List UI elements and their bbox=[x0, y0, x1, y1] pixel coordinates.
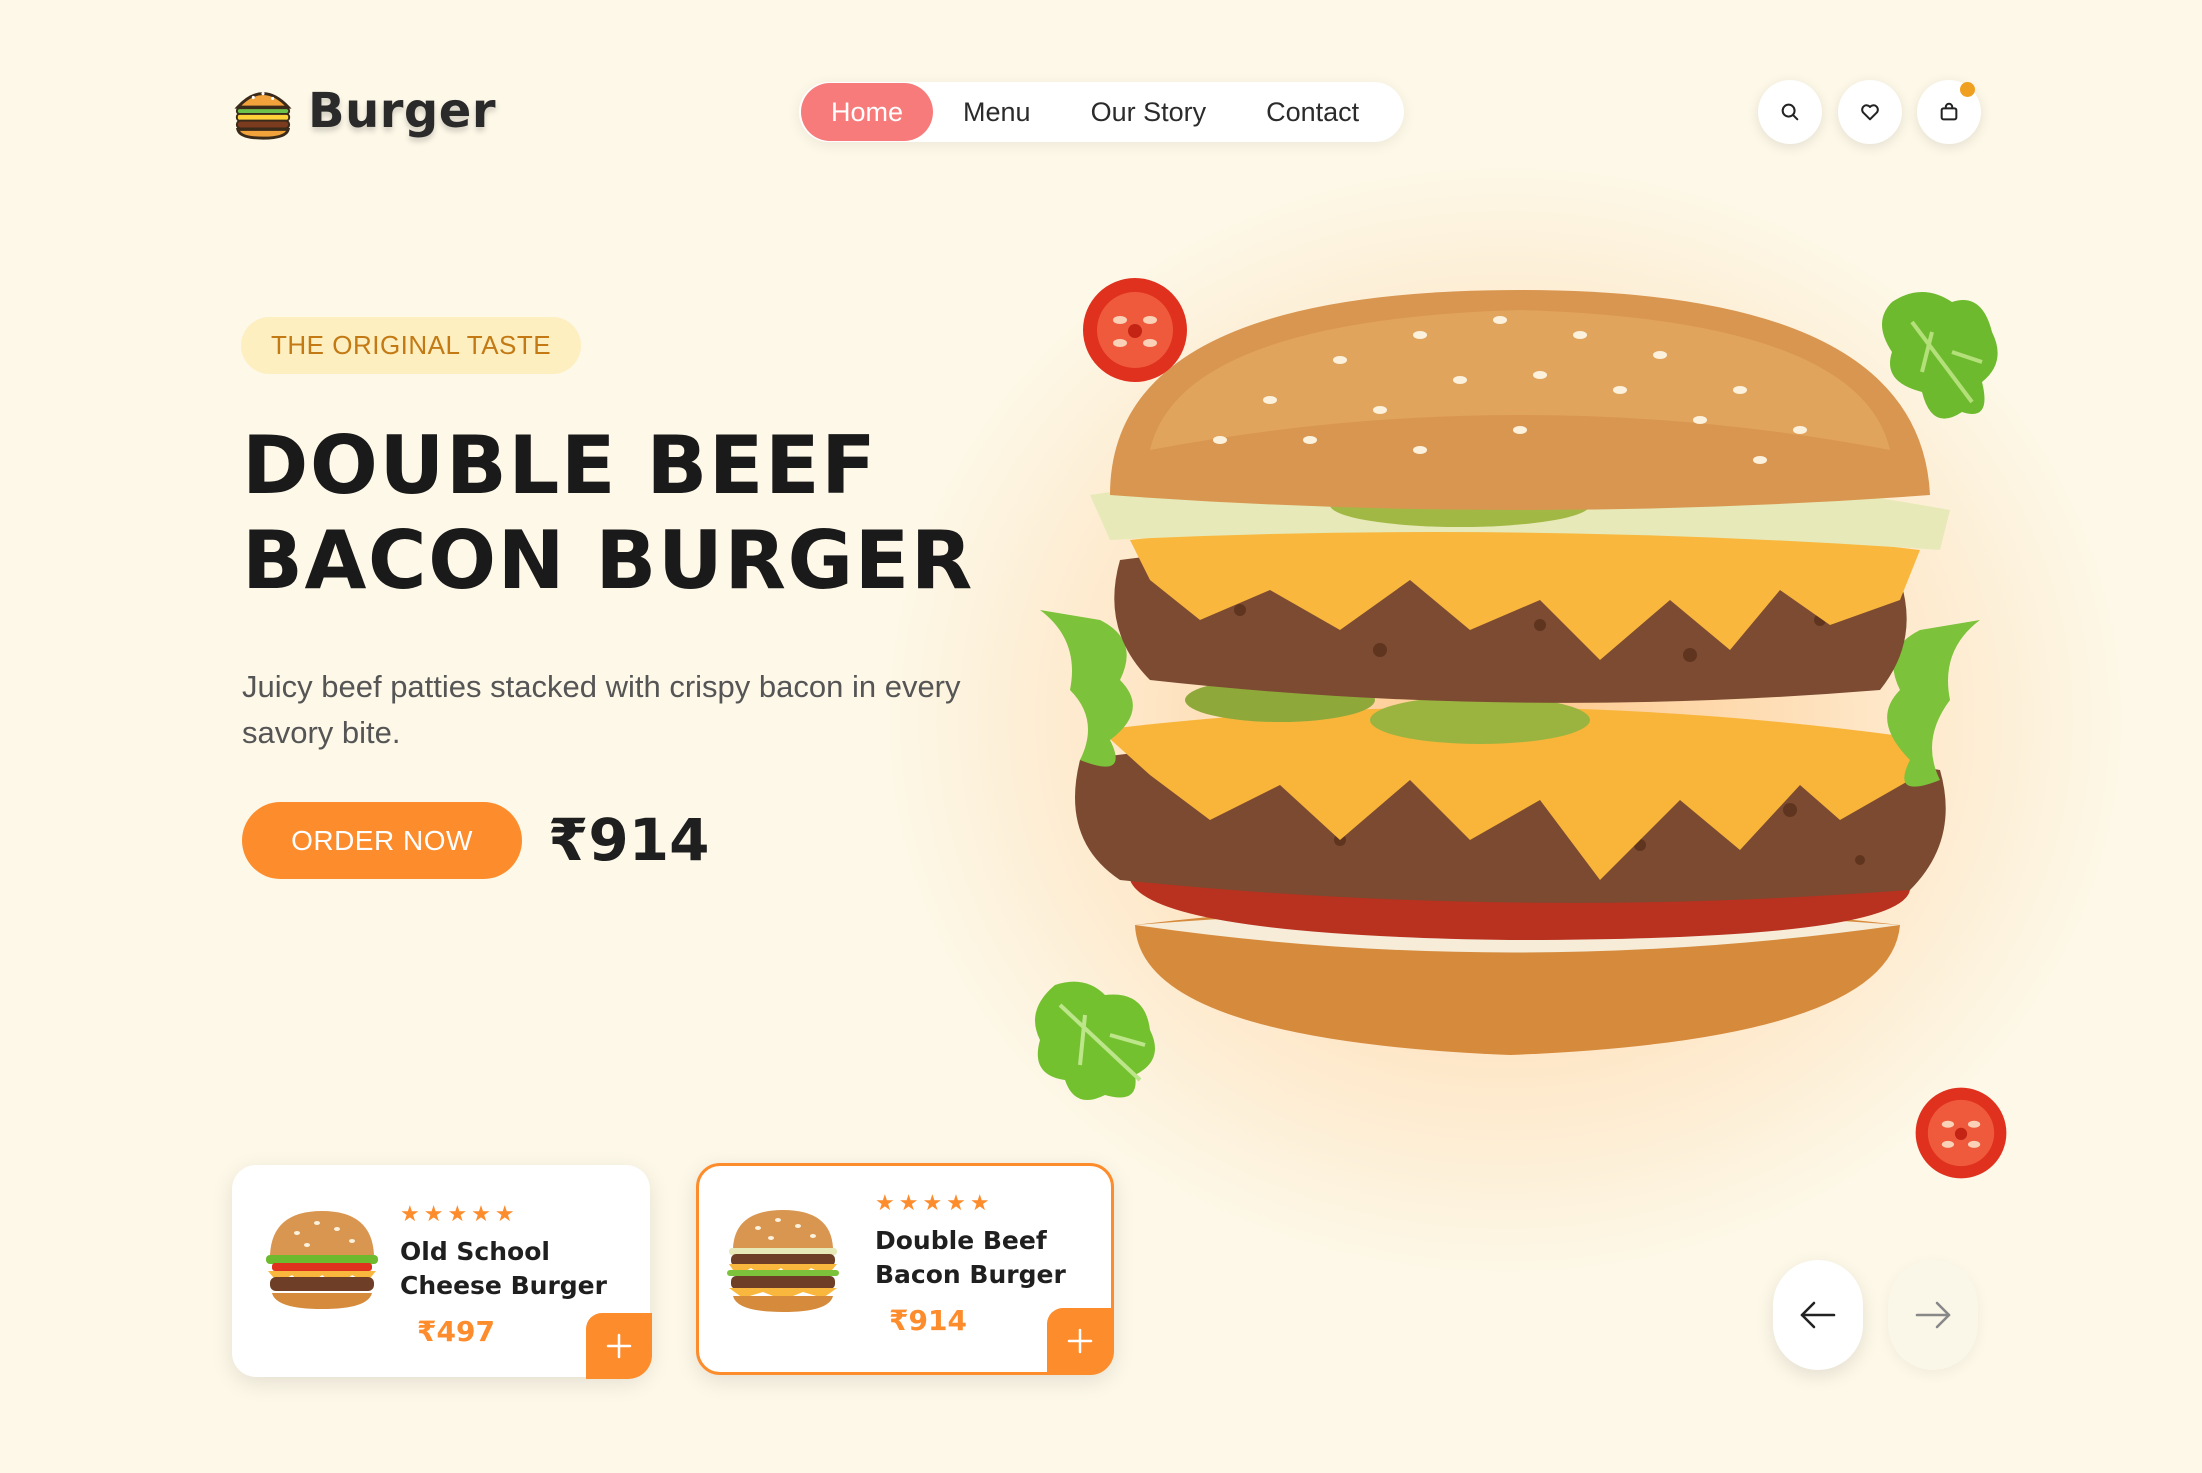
product-name-line-1: Double Beef bbox=[875, 1226, 1047, 1255]
burger-logo-icon bbox=[234, 92, 292, 140]
cart-notification-dot bbox=[1960, 82, 1975, 97]
add-to-cart-button[interactable] bbox=[1047, 1308, 1113, 1374]
product-name-line-1: Old School bbox=[400, 1237, 550, 1266]
lettuce-leaf-image bbox=[1035, 981, 1155, 1100]
hero-burger-image bbox=[1040, 290, 1980, 1055]
nav-item-our-story[interactable]: Our Story bbox=[1061, 83, 1237, 141]
product-name-line-2: Cheese Burger bbox=[400, 1271, 607, 1300]
rating-stars: ★★★★★ bbox=[875, 1190, 994, 1215]
hero-price: ₹914 bbox=[548, 806, 710, 874]
search-button[interactable] bbox=[1758, 80, 1822, 144]
nav-item-menu[interactable]: Menu bbox=[933, 83, 1061, 141]
arrow-left-icon bbox=[1800, 1301, 1836, 1329]
lettuce-leaf-image bbox=[1882, 292, 1998, 419]
tomato-slice-image bbox=[1083, 278, 1187, 382]
cart-button[interactable] bbox=[1917, 80, 1981, 144]
rating-stars: ★★★★★ bbox=[400, 1201, 519, 1226]
product-card[interactable]: ★★★★★ Old School Cheese Burger ₹497 bbox=[232, 1165, 652, 1379]
shopping-bag-icon bbox=[1940, 102, 1958, 121]
brand-name: Burger bbox=[308, 83, 497, 139]
hero-title-line-1: DOUBLE BEEF bbox=[242, 419, 878, 512]
add-to-cart-button[interactable] bbox=[586, 1313, 652, 1379]
product-price: ₹497 bbox=[417, 1315, 495, 1348]
carousel-next-button[interactable] bbox=[1888, 1260, 1978, 1370]
plus-icon bbox=[606, 1333, 632, 1359]
search-icon bbox=[1781, 103, 1799, 121]
hero-title-line-2: BACON BURGER bbox=[242, 514, 974, 607]
cheese-burger-image bbox=[266, 1211, 378, 1309]
product-name: Double Beef Bacon Burger bbox=[875, 1224, 1105, 1292]
arrow-right-icon bbox=[1915, 1301, 1951, 1329]
hero-badge: THE ORIGINAL TASTE bbox=[241, 317, 582, 374]
nav-item-contact[interactable]: Contact bbox=[1236, 83, 1389, 141]
tomato-slice-image bbox=[1915, 1087, 2007, 1179]
main-nav: Home Menu Our Story Contact bbox=[799, 82, 1404, 142]
carousel-prev-button[interactable] bbox=[1773, 1260, 1863, 1370]
nav-item-home[interactable]: Home bbox=[801, 83, 934, 141]
plus-icon bbox=[1067, 1328, 1093, 1354]
order-now-button[interactable]: ORDER NOW bbox=[242, 802, 522, 879]
hero-title: DOUBLE BEEF BACON BURGER bbox=[242, 418, 1002, 608]
hero-description: Juicy beef patties stacked with crispy b… bbox=[242, 669, 961, 750]
brand-logo[interactable]: Burger bbox=[232, 80, 496, 142]
double-beef-burger-image bbox=[727, 1210, 839, 1312]
product-price: ₹914 bbox=[889, 1304, 967, 1337]
wishlist-button[interactable] bbox=[1838, 80, 1902, 144]
product-name-line-2: Bacon Burger bbox=[875, 1260, 1066, 1289]
product-card-selected[interactable]: ★★★★★ Double Beef Bacon Burger ₹914 bbox=[696, 1163, 1114, 1375]
heart-icon bbox=[1861, 104, 1879, 121]
product-name: Old School Cheese Burger bbox=[400, 1235, 630, 1303]
